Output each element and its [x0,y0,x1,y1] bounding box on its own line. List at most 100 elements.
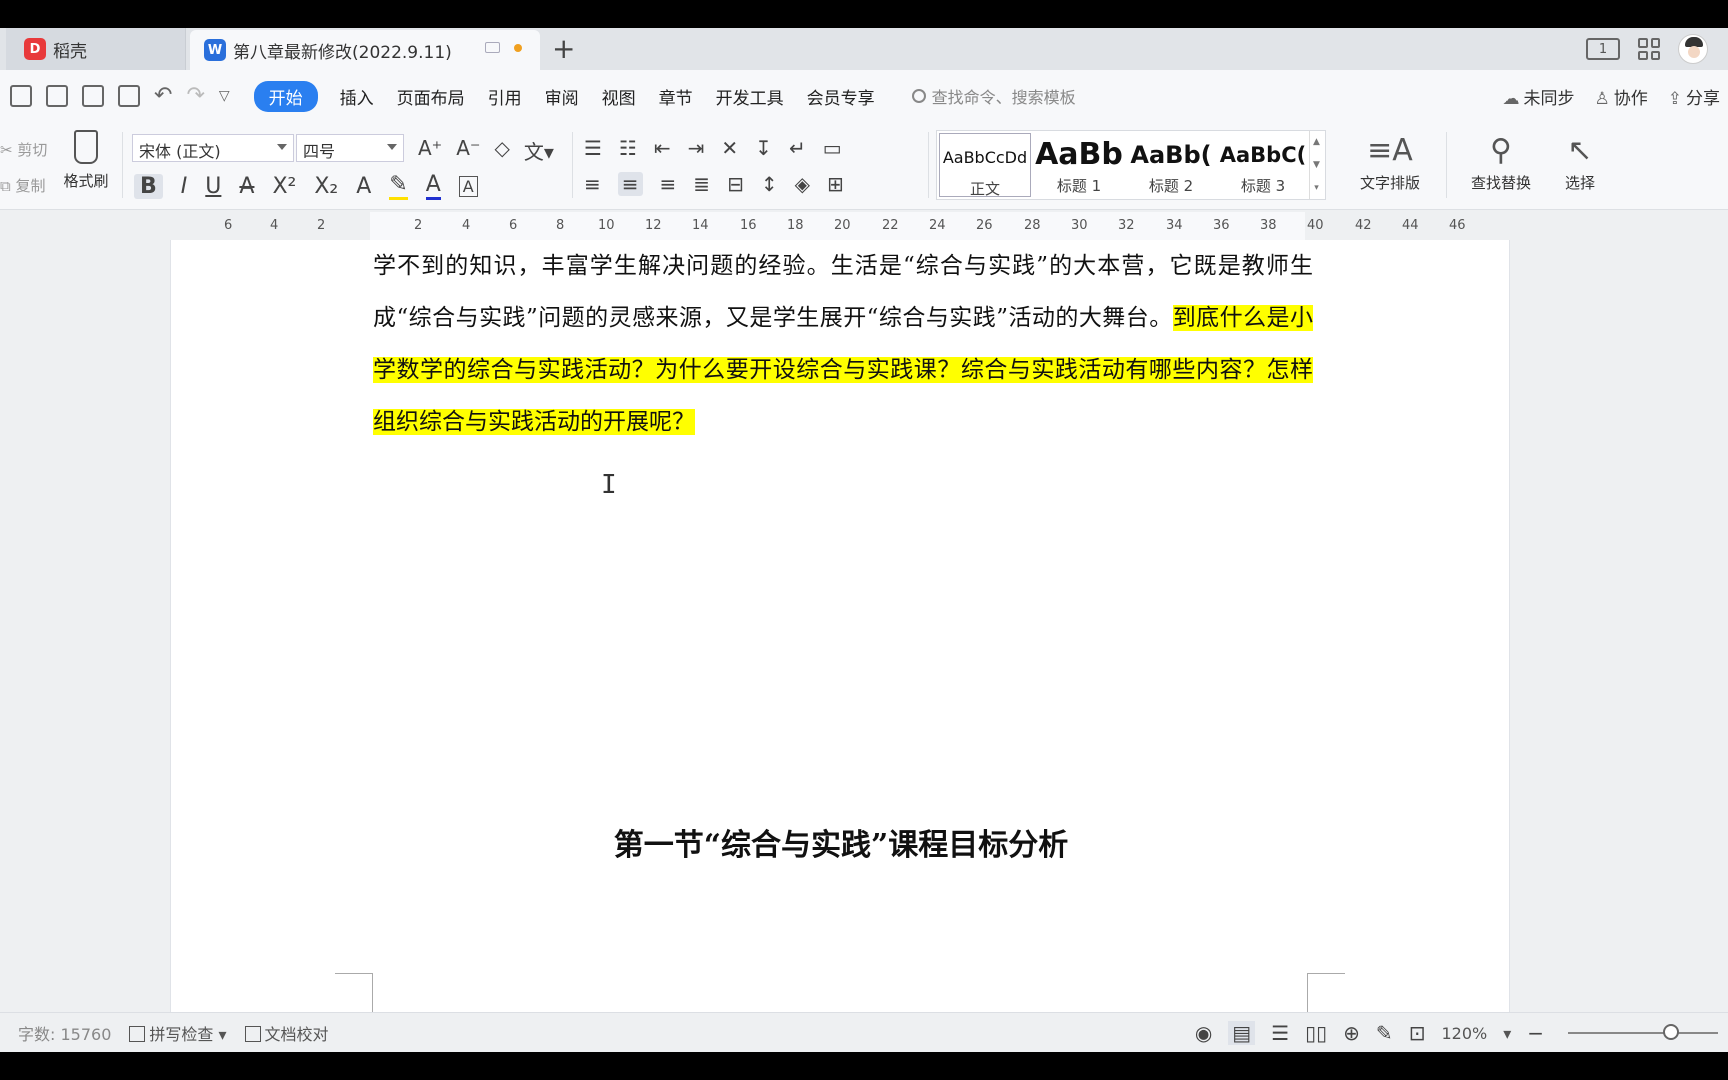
document-page[interactable]: 学不到的知识，丰富学生解决问题的经验。生活是“综合与实践”的大本营，它既是教师生… [170,240,1510,1040]
menu-page-layout[interactable]: 页面布局 [397,80,465,113]
menu-home[interactable]: 开始 [253,80,318,112]
ruler-tick: 4 [270,218,279,233]
font-name-select[interactable]: 宋体 (正文) [132,134,294,162]
zoom-level[interactable]: 120% [1441,1024,1487,1043]
text-layout-icon: ≡A [1367,133,1413,168]
save-icon[interactable] [10,85,32,107]
ruler-tick: 24 [929,218,946,233]
decrease-indent-icon[interactable]: ⇤ [654,136,671,160]
zoom-chevron-icon[interactable]: ▾ [1503,1024,1511,1043]
ruler-tick: 42 [1355,218,1372,233]
table-tools-icon[interactable]: ▭ [823,136,842,160]
text-layout-button[interactable]: ≡A 文字排版 [1340,130,1440,193]
menu-references[interactable]: 引用 [488,80,522,113]
justify-icon[interactable]: ≣ [693,172,710,196]
write-mode-icon[interactable]: ✎ [1376,1021,1393,1045]
print-icon[interactable] [82,85,104,107]
export-pdf-icon[interactable] [46,85,68,107]
body-paragraph[interactable]: 学不到的知识，丰富学生解决问题的经验。生活是“综合与实践”的大本营，它既是教师生… [373,240,1313,448]
zoom-slider-handle[interactable] [1663,1024,1679,1040]
window-layout-icon[interactable]: 1 [1586,38,1620,60]
eye-protection-icon[interactable]: ◉ [1195,1021,1212,1045]
numbered-list-icon[interactable]: ☷ [619,136,637,160]
bold-icon[interactable]: B [134,173,163,199]
underline-icon[interactable]: U [205,174,221,199]
sort-icon[interactable]: ↧ [755,136,772,160]
new-tab-button[interactable]: + [552,32,575,65]
superscript-icon[interactable]: X² [272,174,296,199]
reading-view-icon[interactable]: ▯▯ [1305,1021,1327,1045]
zoom-out-button[interactable]: − [1527,1021,1544,1045]
italic-icon[interactable]: I [181,174,188,199]
outline-view-icon[interactable]: ☰ [1271,1021,1289,1045]
monitor-icon[interactable] [485,42,500,53]
spell-check-button[interactable]: 拼写检查 ▾ [129,1021,227,1045]
menu-view[interactable]: 视图 [602,80,636,113]
subscript-icon[interactable]: X₂ [314,174,338,199]
phonetic-guide-icon[interactable]: 文▾ [524,136,554,165]
chinese-layout-icon[interactable]: ✕ [721,136,738,160]
grow-font-icon[interactable]: A⁺ [418,136,442,165]
command-search-placeholder: 查找命令、搜索模板 [931,88,1076,107]
undo-icon[interactable]: ↶ [154,85,172,107]
style-heading-3[interactable]: AaBbC( 标题 3 [1217,131,1309,199]
find-replace-button[interactable]: ⚲ 查找替换 [1456,130,1546,193]
customize-chevron-icon[interactable]: ▽ [219,85,230,107]
shrink-font-icon[interactable]: A⁻ [456,136,480,165]
style-heading-2[interactable]: AaBb( 标题 2 [1125,131,1217,199]
borders-icon[interactable]: ⊞ [827,172,844,196]
search-icon [911,89,926,103]
fit-page-icon[interactable]: ⊡ [1409,1021,1426,1045]
font-size-select[interactable]: 四号 [296,134,404,162]
select-button[interactable]: ↖ 选择 [1550,130,1610,193]
horizontal-ruler[interactable]: 6 4 2 2 4 6 8 10 12 14 16 18 20 22 24 26… [170,212,1496,240]
tab-document[interactable]: W 第八章最新修改(2022.9.11) [190,30,540,70]
menu-member[interactable]: 会员专享 [807,80,875,113]
cut-button[interactable]: ✂ 剪切 [0,132,47,168]
zoom-slider[interactable] [1568,1024,1718,1040]
collab-button[interactable]: ♙ 协作 [1595,84,1648,109]
print-preview-icon[interactable] [118,85,140,107]
format-painter-button[interactable]: 格式刷 [56,130,116,191]
find-replace-label: 查找替换 [1470,174,1531,192]
ruler-tick: 46 [1449,218,1466,233]
copy-button[interactable]: ⧉ 复制 [0,168,47,204]
bullet-list-icon[interactable]: ☰ [584,136,602,160]
menu-chapter[interactable]: 章节 [659,80,693,113]
char-border-icon[interactable]: A [458,175,478,197]
menu-insert[interactable]: 插入 [340,80,374,113]
sync-button[interactable]: ☁ 未同步 [1503,84,1575,109]
sync-label: 未同步 [1523,89,1575,109]
highlight-icon[interactable]: ✎ [389,172,408,200]
web-view-icon[interactable]: ⊕ [1343,1021,1360,1045]
align-right-icon[interactable]: ≡ [660,172,677,196]
word-count[interactable]: 字数: 15760 [18,1021,111,1045]
avatar[interactable] [1678,34,1708,64]
tab-daoke[interactable]: D 稻壳 [6,28,186,70]
apps-grid-icon[interactable] [1638,38,1660,60]
tab-bar: D 稻壳 W 第八章最新修改(2022.9.11) + 1 [0,28,1728,70]
show-marks-icon[interactable]: ↵ [789,136,806,160]
increase-indent-icon[interactable]: ⇥ [688,136,705,160]
share-button[interactable]: ⇪ 分享 [1668,84,1720,109]
section-heading[interactable]: 第一节“综合与实践”课程目标分析 [171,820,1511,864]
line-spacing-icon[interactable]: ↕ [761,172,778,196]
distribute-icon[interactable]: ⊟ [727,172,744,196]
command-search[interactable]: 查找命令、搜索模板 [911,84,1076,108]
styles-scroll[interactable]: ▲ ▼ ▾ [1309,131,1323,199]
style-heading-1[interactable]: AaBb 标题 1 [1033,131,1125,199]
strikethrough-icon[interactable]: A [239,174,254,199]
ruler-tick: 40 [1307,218,1324,233]
align-center-icon[interactable]: ≡ [617,172,643,196]
redo-icon[interactable]: ↷ [186,85,204,107]
font-color-icon[interactable]: A [425,172,441,200]
doc-proof-button[interactable]: 文档校对 [244,1021,329,1045]
page-view-icon[interactable]: ▤ [1228,1021,1256,1045]
clear-format-icon[interactable]: ◇ [495,136,510,165]
text-effect-icon[interactable]: A [356,174,371,199]
style-normal[interactable]: AaBbCcDd 正文 [939,133,1031,198]
menu-developer[interactable]: 开发工具 [716,80,784,113]
menu-review[interactable]: 审阅 [545,80,579,113]
shading-icon[interactable]: ◈ [795,172,810,196]
align-left-icon[interactable]: ≡ [584,172,601,196]
